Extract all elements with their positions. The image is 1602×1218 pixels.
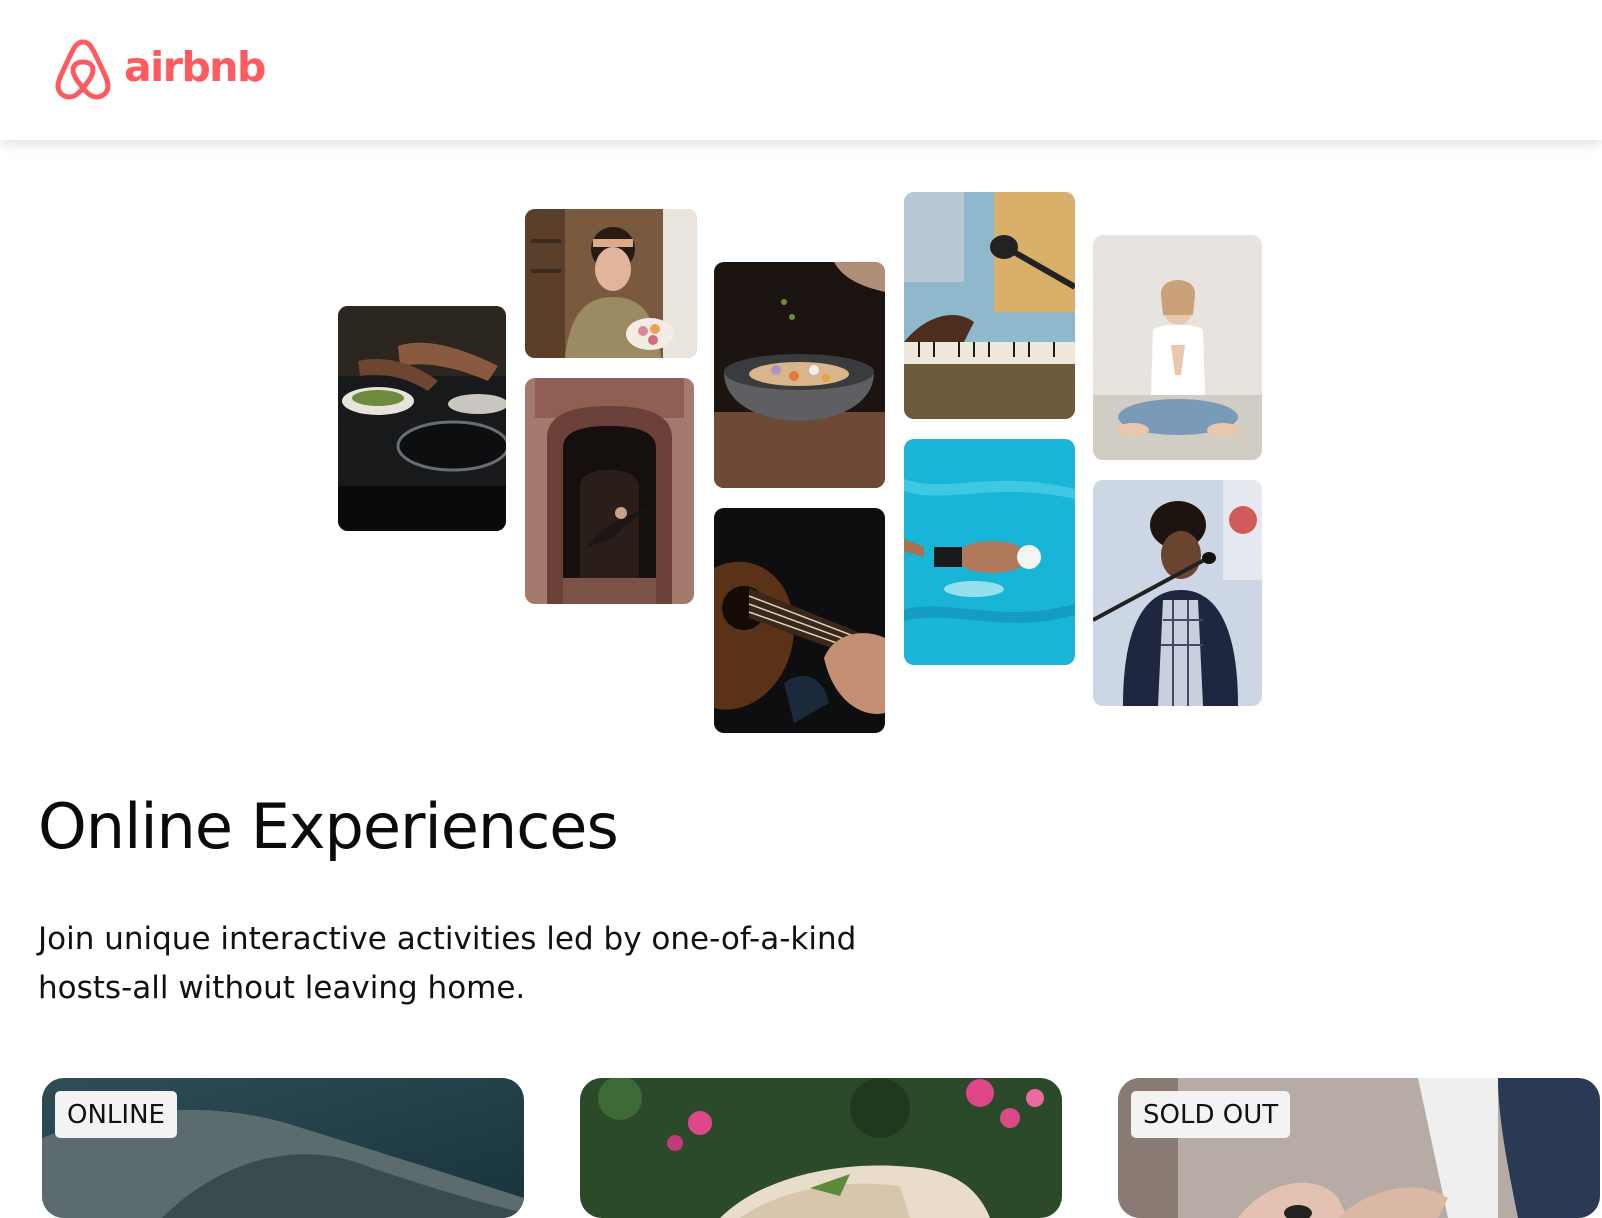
top-navbar: airbnb — [0, 0, 1602, 140]
airbnb-belo-icon — [55, 39, 111, 100]
photo-cooking-pans — [338, 306, 506, 531]
airbnb-logo[interactable]: airbnb — [52, 34, 266, 100]
photo-acoustic-guitar — [714, 508, 885, 733]
experience-card-sold-out[interactable]: SOLD OUT — [1118, 1078, 1600, 1218]
photo-seasoning-bowl — [714, 262, 885, 488]
photo-woman-with-macarons — [525, 209, 697, 358]
page-title: Online Experiences — [38, 790, 619, 863]
photo-dancer-in-doorway — [525, 378, 694, 604]
card-image-flowers — [580, 1078, 1062, 1218]
status-badge: SOLD OUT — [1131, 1091, 1291, 1138]
photo-singer-with-microphone — [1093, 480, 1262, 706]
experience-card-online[interactable]: ONLINE — [42, 1078, 524, 1218]
photo-swimmer-in-pool — [904, 439, 1075, 665]
brand-name: airbnb — [124, 43, 266, 91]
experience-card-flowers[interactable] — [580, 1078, 1062, 1218]
photo-piano-and-microphone — [904, 192, 1075, 419]
status-badge: ONLINE — [55, 1091, 177, 1138]
photo-meditation-yoga — [1093, 235, 1262, 460]
page-subtitle: Join unique interactive activities led b… — [38, 921, 857, 1006]
